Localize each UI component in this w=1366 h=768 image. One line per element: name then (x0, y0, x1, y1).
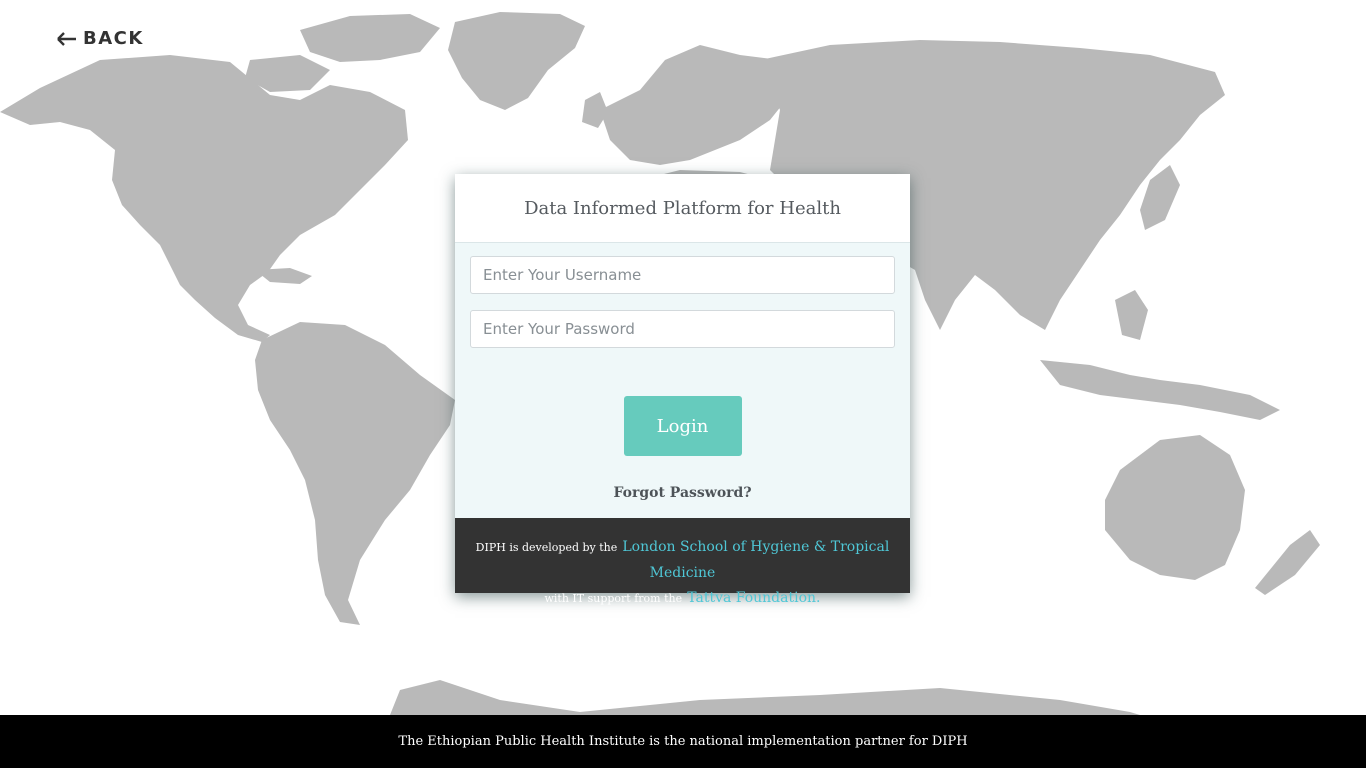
map-antarctica (390, 680, 1140, 715)
login-page: BACK Data Informed Platform for Health L… (0, 0, 1366, 768)
lshtm-link[interactable]: London School of Hygiene & Tropical Medi… (622, 539, 889, 581)
credits-developer-text: DIPH is developed by the (475, 541, 618, 554)
login-button[interactable]: Login (623, 396, 742, 456)
page-footer: The Ethiopian Public Health Institute is… (0, 715, 1366, 768)
login-form: Login Forgot Password? (455, 243, 910, 501)
arrow-left-icon (57, 31, 76, 46)
login-card: Data Informed Platform for Health Login … (455, 174, 910, 606)
map-arctic-islands (300, 14, 440, 62)
credits-line-1: DIPH is developed by the London School o… (455, 534, 910, 585)
login-card-header: Data Informed Platform for Health (455, 174, 910, 243)
map-south-america (255, 322, 455, 625)
map-north-america (0, 55, 408, 342)
map-australia (1105, 435, 1245, 580)
map-greenland (448, 12, 585, 110)
back-label: BACK (83, 28, 144, 49)
tattva-foundation-link[interactable]: Tattva Foundation. (687, 590, 820, 606)
credits-support-text: with IT support from the (544, 592, 683, 605)
credits-line-2: with IT support from the Tattva Foundati… (455, 585, 910, 611)
login-title: Data Informed Platform for Health (524, 197, 841, 219)
password-input[interactable] (470, 310, 895, 348)
credits-footer: DIPH is developed by the London School o… (455, 518, 910, 606)
forgot-password-link[interactable]: Forgot Password? (470, 485, 895, 501)
username-input[interactable] (470, 256, 895, 294)
map-indonesia (1040, 360, 1280, 420)
footer-text: The Ethiopian Public Health Institute is… (398, 734, 968, 749)
back-link[interactable]: BACK (57, 28, 144, 49)
